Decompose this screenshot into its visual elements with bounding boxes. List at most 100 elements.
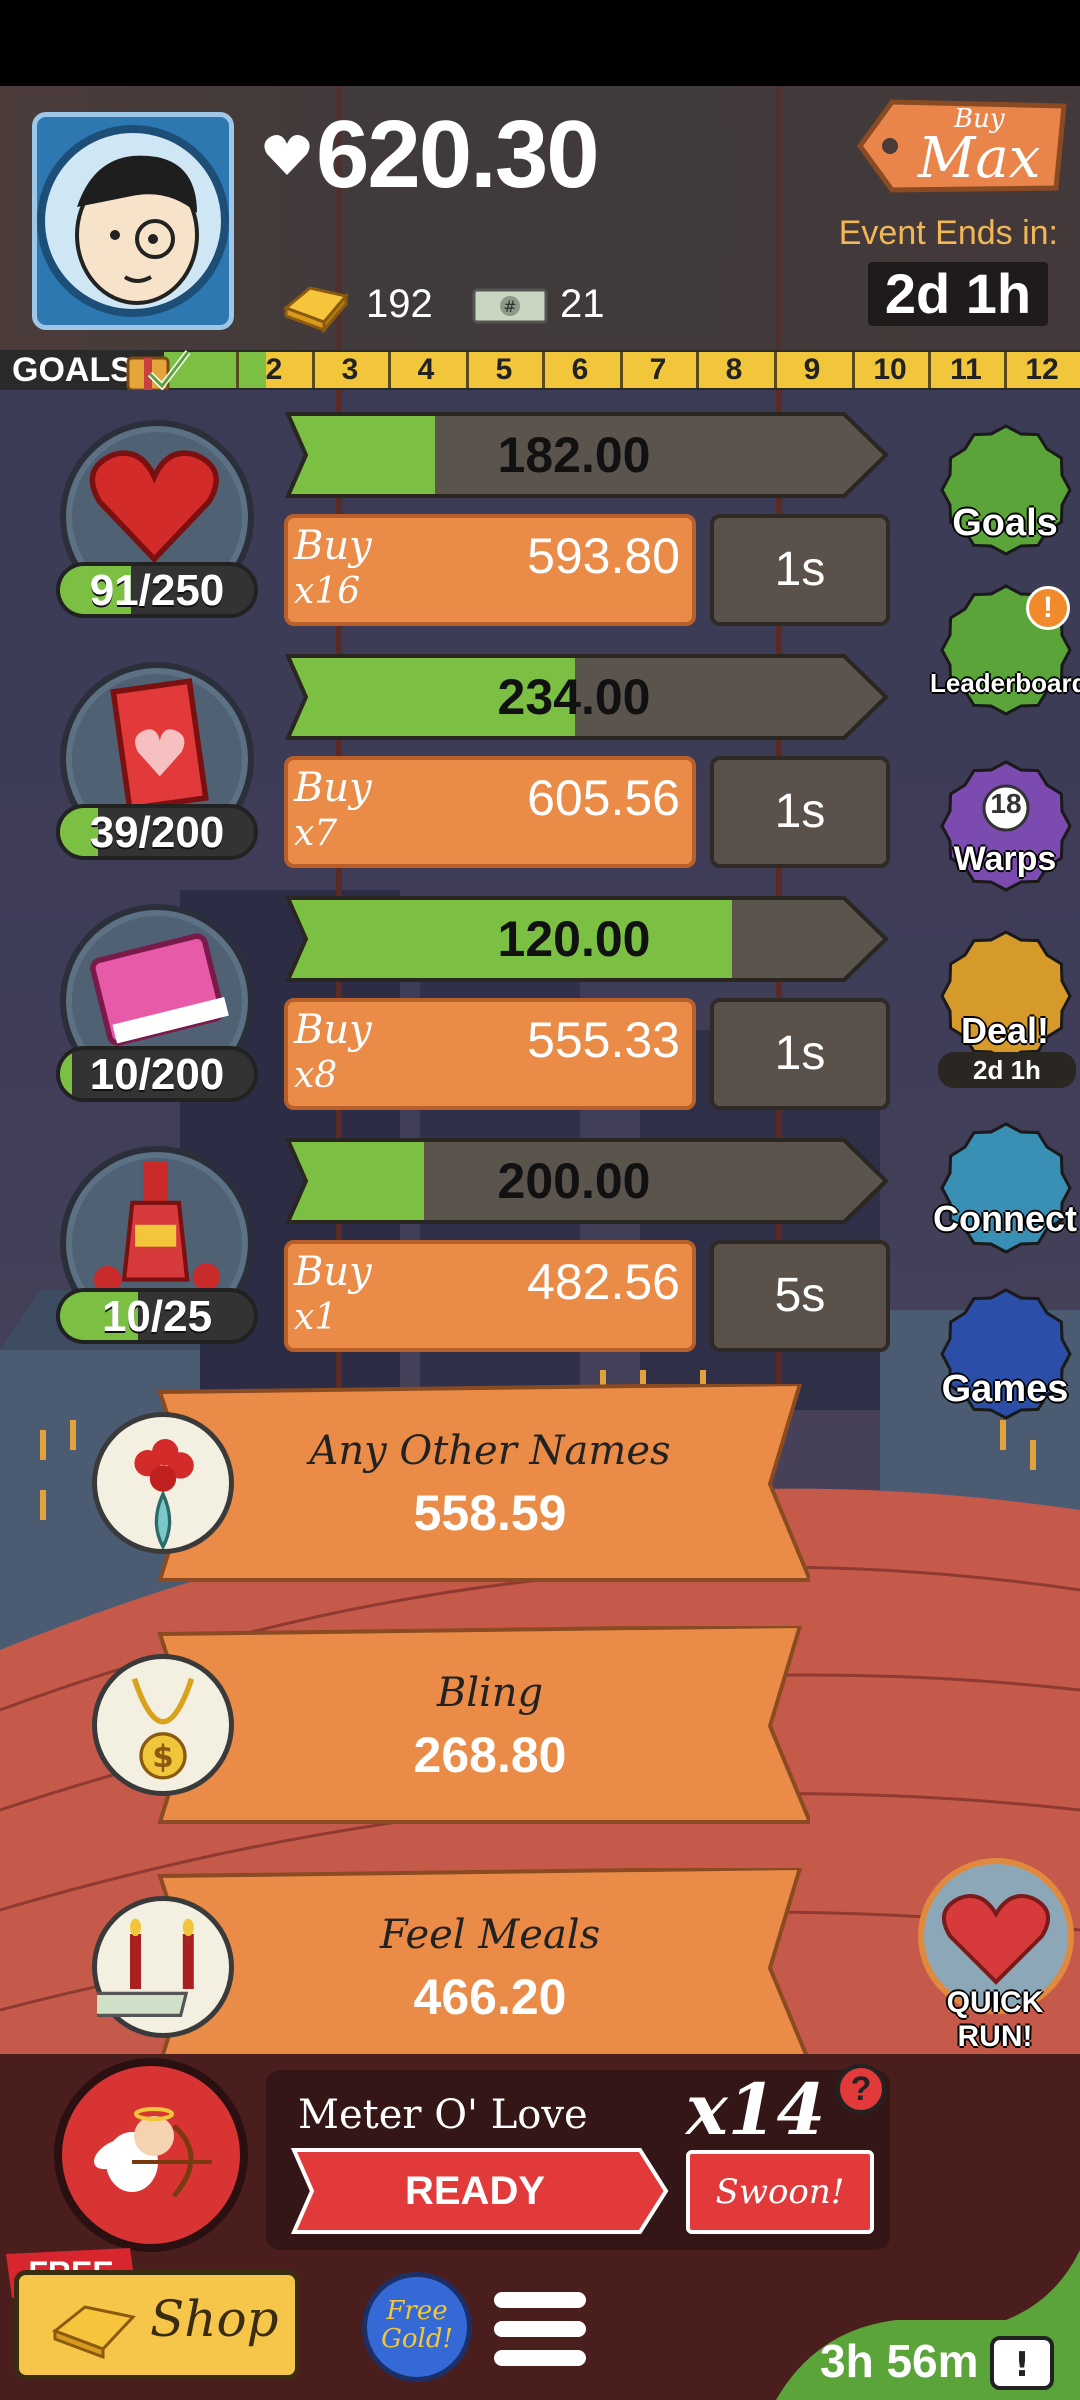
gift-check-icon <box>126 350 191 392</box>
goal-tick <box>542 352 545 388</box>
cash-count: 21 <box>560 282 605 326</box>
business-revenue: 234.00 <box>497 669 651 725</box>
cycle-time-button[interactable]: 1s <box>710 514 890 626</box>
side-menu-label: Games <box>941 1368 1069 1410</box>
goal-number: 7 <box>649 353 667 386</box>
goal-number: 4 <box>417 353 435 386</box>
leaderboard-alert-icon: ! <box>1026 586 1070 630</box>
svg-text:$: $ <box>152 1739 173 1775</box>
help-icon[interactable]: ? <box>836 2064 886 2114</box>
goal-tick <box>466 352 469 388</box>
warps-count-badge: 18 <box>990 788 1022 819</box>
goal-tick <box>696 352 699 388</box>
free-gold-button[interactable]: Free Gold! <box>362 2272 472 2382</box>
buy-cost: 593.80 <box>527 528 680 584</box>
hamburger-menu-icon[interactable] <box>490 2286 590 2372</box>
swoon-button[interactable]: Swoon! <box>686 2150 874 2234</box>
buy-max-button[interactable]: Buy Max <box>850 96 1072 196</box>
side-menu-label: Warps <box>953 840 1057 878</box>
goal-number: 12 <box>1025 353 1059 386</box>
cycle-time-button[interactable]: 1s <box>710 998 890 1110</box>
owned-count-text: 91/250 <box>89 566 225 615</box>
buy-label: Buy <box>294 523 372 569</box>
business-owned-count: 91/250 <box>56 562 258 618</box>
goal-tick <box>1004 352 1007 388</box>
offline-timer: 3h 56m <box>820 2335 979 2387</box>
cycle-time-button[interactable]: 5s <box>710 1240 890 1352</box>
business-revenue: 200.00 <box>497 1153 651 1209</box>
event-timer: 2d 1h <box>868 262 1048 326</box>
goal-tick <box>312 352 315 388</box>
banner-value: 558.59 <box>413 1485 567 1541</box>
goal-number: 5 <box>495 353 513 386</box>
banner-title: Bling <box>436 1670 544 1716</box>
cash-bill-icon: # <box>472 288 548 324</box>
buy-label: Buy <box>294 765 372 811</box>
svg-text:#: # <box>503 297 516 316</box>
shop-label: Shop <box>150 2290 279 2348</box>
business-owned-count: 39/200 <box>56 804 258 860</box>
buy-button[interactable]: Buy x1 482.56 <box>284 1240 696 1352</box>
status-bar <box>0 0 1080 86</box>
goal-number: 9 <box>803 353 821 386</box>
meter-multiplier: x14 <box>686 2068 826 2151</box>
buy-max-bottom-label: Max <box>918 126 1041 191</box>
meter-title: Meter O' Love <box>298 2092 588 2138</box>
side-menu-label: Leaderboard <box>930 668 1080 698</box>
buy-cost: 482.56 <box>527 1254 680 1310</box>
goal-number: 10 <box>873 353 907 386</box>
business-owned-count: 10/200 <box>56 1046 258 1102</box>
buy-button[interactable]: Buy x7 605.56 <box>284 756 696 868</box>
buy-multiplier: x8 <box>294 1055 338 1096</box>
money-total: 620.30 <box>316 101 600 208</box>
event-ends-label: Event Ends in: <box>838 214 1058 252</box>
goal-number: 3 <box>341 353 359 386</box>
cupid-button[interactable] <box>54 2058 248 2252</box>
side-menu-label: Deal! <box>960 1010 1050 1051</box>
buy-label: Buy <box>294 1007 372 1053</box>
goal-number: 2 <box>265 353 283 386</box>
bling-necklace-icon: $ <box>131 1677 195 1780</box>
svg-text:!: ! <box>1014 2345 1030 2385</box>
buy-multiplier: x1 <box>294 1297 338 1338</box>
buy-button[interactable]: Buy x8 555.33 <box>284 998 696 1110</box>
goals-label: GOALS <box>12 351 133 389</box>
owned-count-text: 10/200 <box>89 1050 225 1099</box>
goal-tick <box>236 352 239 388</box>
background-pole <box>776 86 782 350</box>
buy-multiplier: x7 <box>294 813 338 854</box>
buy-label: Buy <box>294 1249 372 1295</box>
banner-icon-frame: $ <box>92 1654 234 1796</box>
owned-count-text: 10/25 <box>101 1292 213 1341</box>
goal-tick <box>388 352 391 388</box>
gold-count: 192 <box>366 282 433 326</box>
banner-title: Any Other Names <box>309 1428 671 1474</box>
goal-tick <box>928 352 931 388</box>
banner-value: 268.80 <box>413 1727 567 1783</box>
banner-title: Feel Meals <box>379 1912 601 1958</box>
owned-count-text: 39/200 <box>89 808 225 857</box>
goal-number: 11 <box>950 353 982 386</box>
buy-multiplier: x16 <box>294 571 361 612</box>
gold-bar-icon <box>283 286 349 334</box>
business-revenue: 182.00 <box>497 427 651 483</box>
goal-tick <box>620 352 623 388</box>
goal-number: 8 <box>725 353 743 386</box>
candle-dinner-icon <box>86 1918 194 2018</box>
goal-number: 6 <box>571 353 589 386</box>
player-avatar[interactable] <box>32 112 234 330</box>
buy-button[interactable]: Buy x16 593.80 <box>284 514 696 626</box>
business-revenue: 120.00 <box>497 911 651 967</box>
heart-icon <box>264 135 310 175</box>
free-gold-label: Free Gold! <box>381 2296 453 2354</box>
goal-tick <box>774 352 777 388</box>
rose-vase-icon <box>134 1439 194 1551</box>
quick-run-label: QUICK RUN! <box>946 1986 1044 2053</box>
goal-tick <box>852 352 855 388</box>
cycle-time-button[interactable]: 1s <box>710 756 890 868</box>
ready-label: READY <box>404 2169 546 2213</box>
gold-bar-icon <box>52 2305 136 2360</box>
deal-timer: 2d 1h <box>938 1052 1076 1088</box>
business-owned-count: 10/25 <box>56 1288 258 1344</box>
banner-icon-frame <box>92 1412 234 1554</box>
